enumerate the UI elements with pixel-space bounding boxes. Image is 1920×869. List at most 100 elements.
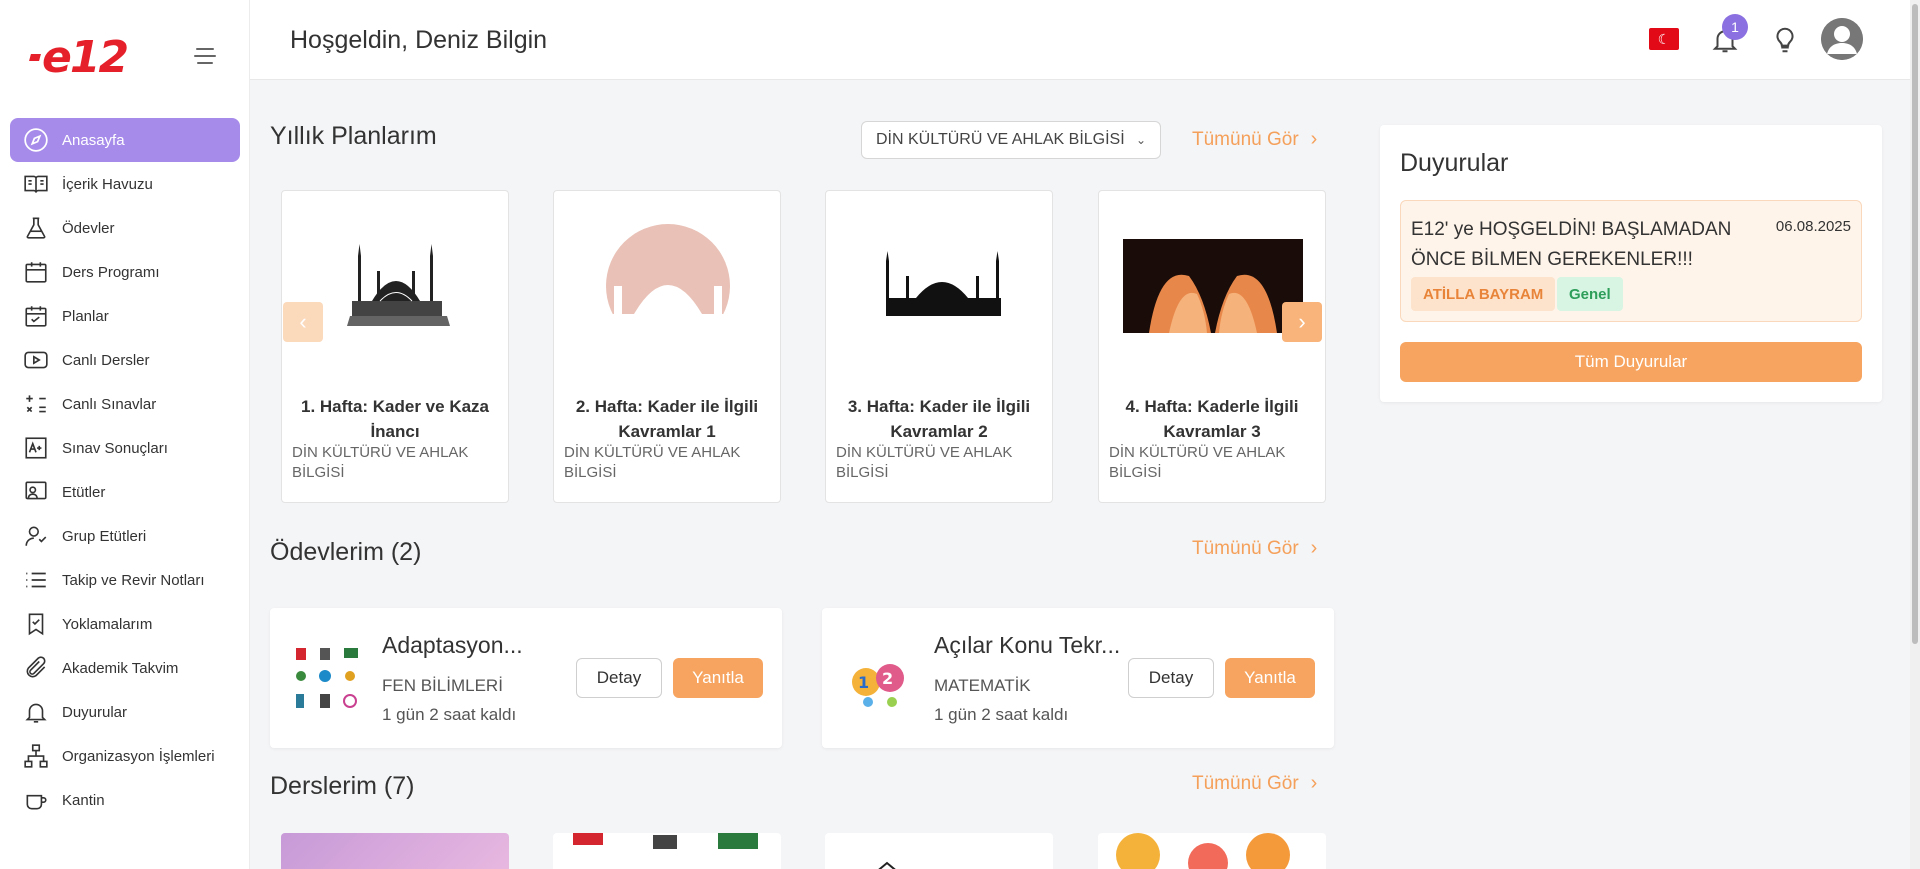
- mosque-pink-silhouette-image: [574, 216, 762, 356]
- sidebar: e12 Anasayfa İçerik Havuzu Ödevler Ders …: [0, 0, 250, 869]
- turkey-flag-icon[interactable]: ☾: [1649, 28, 1679, 50]
- sidebar-item-organizasyon[interactable]: Organizasyon İşlemleri: [10, 734, 240, 778]
- homework-time-left: 1 gün 2 saat kaldı: [934, 705, 1069, 724]
- plan-card-title: 1. Hafta: Kader ve Kaza İnancı: [300, 397, 490, 441]
- plan-card[interactable]: 3. Hafta: Kader ile İlgili Kavramlar 2 D…: [825, 190, 1053, 503]
- homework-subject: FEN BİLİMLERİ: [382, 676, 503, 695]
- announcement-text: E12' ye HOŞGELDİN! BAŞLAMADAN ÖNCE BİLME…: [1411, 219, 1732, 270]
- sidebar-item-icerik-havuzu[interactable]: İçerik Havuzu: [10, 162, 240, 206]
- chevron-right-icon: ›: [1310, 537, 1318, 559]
- header: Hoşgeldin, Deniz Bilgin ☾ 1: [250, 0, 1910, 80]
- plan-card[interactable]: 1. Hafta: Kader ve Kaza İnancı DİN KÜLTÜ…: [281, 190, 509, 503]
- chevron-right-icon: ›: [1310, 772, 1318, 794]
- sidebar-item-grup-etutleri[interactable]: Grup Etütleri: [10, 514, 240, 558]
- course-card[interactable]: [825, 833, 1053, 869]
- sidebar-item-label: Kantin: [62, 791, 105, 809]
- bookmark-check-icon: [22, 610, 50, 638]
- menu-toggle-icon[interactable]: [194, 48, 216, 70]
- homework-subject: MATEMATİK: [934, 676, 1031, 695]
- course-card[interactable]: [1098, 833, 1326, 869]
- compass-icon: [22, 126, 50, 154]
- sidebar-item-label: Etütler: [62, 483, 106, 501]
- see-all-label: Tümünü Gör: [1192, 772, 1299, 794]
- sidebar-item-label: Yoklamalarım: [62, 615, 153, 633]
- lightbulb-icon[interactable]: [1770, 24, 1800, 56]
- homework-card[interactable]: Adaptasyon... FEN BİLİMLERİ 1 gün 2 saat…: [270, 608, 782, 748]
- sidebar-item-odevler[interactable]: Ödevler: [10, 206, 240, 250]
- plan-card-title: 4. Hafta: Kaderle İlgili Kavramlar 3: [1125, 397, 1299, 441]
- greeting: Hoşgeldin, Deniz Bilgin: [290, 26, 548, 54]
- sidebar-item-label: Ödevler: [62, 219, 115, 237]
- notification-badge: 1: [1722, 14, 1748, 40]
- sidebar-item-etutler[interactable]: Etütler: [10, 470, 240, 514]
- plans-see-all-link[interactable]: Tümünü Gör ›: [1192, 128, 1317, 151]
- reply-button[interactable]: Yanıtla: [673, 658, 763, 698]
- science-icons-image: [292, 644, 362, 714]
- course-card[interactable]: [553, 833, 781, 869]
- user-avatar-icon[interactable]: [1821, 18, 1863, 60]
- presentation-icon: [22, 478, 50, 506]
- org-chart-icon: [22, 742, 50, 770]
- scrollbar-thumb[interactable]: [1912, 4, 1918, 644]
- carousel-prev-button[interactable]: ‹: [283, 302, 323, 342]
- grade-icon: [22, 434, 50, 462]
- sidebar-item-label: Ders Programı: [62, 263, 160, 281]
- courses-see-all-link[interactable]: Tümünü Gör ›: [1192, 772, 1317, 795]
- announcement-category-badge: Genel: [1557, 277, 1623, 311]
- logo-dash: [29, 53, 41, 61]
- sidebar-item-label: Sınav Sonuçları: [62, 439, 168, 457]
- detail-button[interactable]: Detay: [1128, 658, 1214, 698]
- homework-name: Adaptasyon...: [382, 632, 523, 658]
- mosque-black-silhouette-image: [846, 216, 1034, 356]
- subject-select[interactable]: DİN KÜLTÜRÜ VE AHLAK BİLGİSİ ⌄: [861, 121, 1161, 159]
- announcements-panel: Duyurular E12' ye HOŞGELDİN! BAŞLAMADAN …: [1380, 125, 1882, 402]
- plan-card-subject: DİN KÜLTÜRÜ VE AHLAK BİLGİSİ: [1109, 444, 1286, 481]
- all-announcements-button[interactable]: Tüm Duyurular: [1400, 342, 1862, 382]
- page-scrollbar[interactable]: [1910, 0, 1920, 869]
- logo-text: e12: [42, 31, 129, 83]
- plan-card[interactable]: 2. Hafta: Kader ile İlgili Kavramlar 1 D…: [553, 190, 781, 503]
- announcement-item[interactable]: E12' ye HOŞGELDİN! BAŞLAMADAN ÖNCE BİLME…: [1400, 200, 1862, 322]
- homework-card[interactable]: 1 2 Açılar Konu Tekr... MATEMATİK 1 gün …: [822, 608, 1334, 748]
- chevron-right-icon: ›: [1298, 309, 1306, 334]
- calendar-icon: [22, 258, 50, 286]
- sidebar-nav: Anasayfa İçerik Havuzu Ödevler Ders Prog…: [10, 118, 240, 822]
- sidebar-item-label: İçerik Havuzu: [62, 175, 153, 193]
- course-card[interactable]: [281, 833, 509, 869]
- homework-see-all-link[interactable]: Tümünü Gör ›: [1192, 537, 1317, 560]
- announcement-date: 06.08.2025: [1775, 218, 1851, 235]
- homework-title: Ödevlerim (2): [270, 538, 422, 566]
- sidebar-item-duyurular[interactable]: Duyurular: [10, 690, 240, 734]
- logo[interactable]: e12: [29, 31, 129, 83]
- homework-name: Açılar Konu Tekr...: [934, 632, 1121, 658]
- sidebar-item-ders-programi[interactable]: Ders Programı: [10, 250, 240, 294]
- detail-button[interactable]: Detay: [576, 658, 662, 698]
- sidebar-item-label: Canlı Sınavlar: [62, 395, 157, 413]
- sidebar-item-akademik-takvim[interactable]: Akademik Takvim: [10, 646, 240, 690]
- plan-card[interactable]: 4. Hafta: Kaderle İlgili Kavramlar 3 DİN…: [1098, 190, 1326, 503]
- list-icon: [22, 566, 50, 594]
- svg-text:2: 2: [882, 669, 893, 688]
- sidebar-item-takip-revir[interactable]: Takip ve Revir Notları: [10, 558, 240, 602]
- sidebar-item-label: Canlı Dersler: [62, 351, 150, 369]
- see-all-label: Tümünü Gör: [1192, 537, 1299, 559]
- sidebar-item-label: Anasayfa: [62, 131, 125, 149]
- sidebar-item-planlar[interactable]: Planlar: [10, 294, 240, 338]
- sidebar-item-canli-dersler[interactable]: Canlı Dersler: [10, 338, 240, 382]
- sidebar-item-label: Organizasyon İşlemleri: [62, 747, 215, 765]
- math-kids-image: 1 2: [844, 644, 914, 714]
- sidebar-item-anasayfa[interactable]: Anasayfa: [10, 118, 240, 162]
- calendar-check-icon: [22, 302, 50, 330]
- plan-card-subject: DİN KÜLTÜRÜ VE AHLAK BİLGİSİ: [836, 444, 1013, 481]
- mosque-sketch-image: [302, 216, 490, 356]
- sidebar-item-yoklamalarim[interactable]: Yoklamalarım: [10, 602, 240, 646]
- sidebar-item-kantin[interactable]: Kantin: [10, 778, 240, 822]
- reply-button[interactable]: Yanıtla: [1225, 658, 1315, 698]
- subject-select-value: DİN KÜLTÜRÜ VE AHLAK BİLGİSİ: [876, 131, 1125, 148]
- plan-card-subject: DİN KÜLTÜRÜ VE AHLAK BİLGİSİ: [292, 444, 469, 481]
- carousel-next-button[interactable]: ›: [1282, 302, 1322, 342]
- announcement-author-badge: ATİLLA BAYRAM: [1411, 277, 1556, 311]
- sidebar-item-sinav-sonuclari[interactable]: Sınav Sonuçları: [10, 426, 240, 470]
- plan-card-subject: DİN KÜLTÜRÜ VE AHLAK BİLGİSİ: [564, 444, 741, 481]
- sidebar-item-canli-sinavlar[interactable]: Canlı Sınavlar: [10, 382, 240, 426]
